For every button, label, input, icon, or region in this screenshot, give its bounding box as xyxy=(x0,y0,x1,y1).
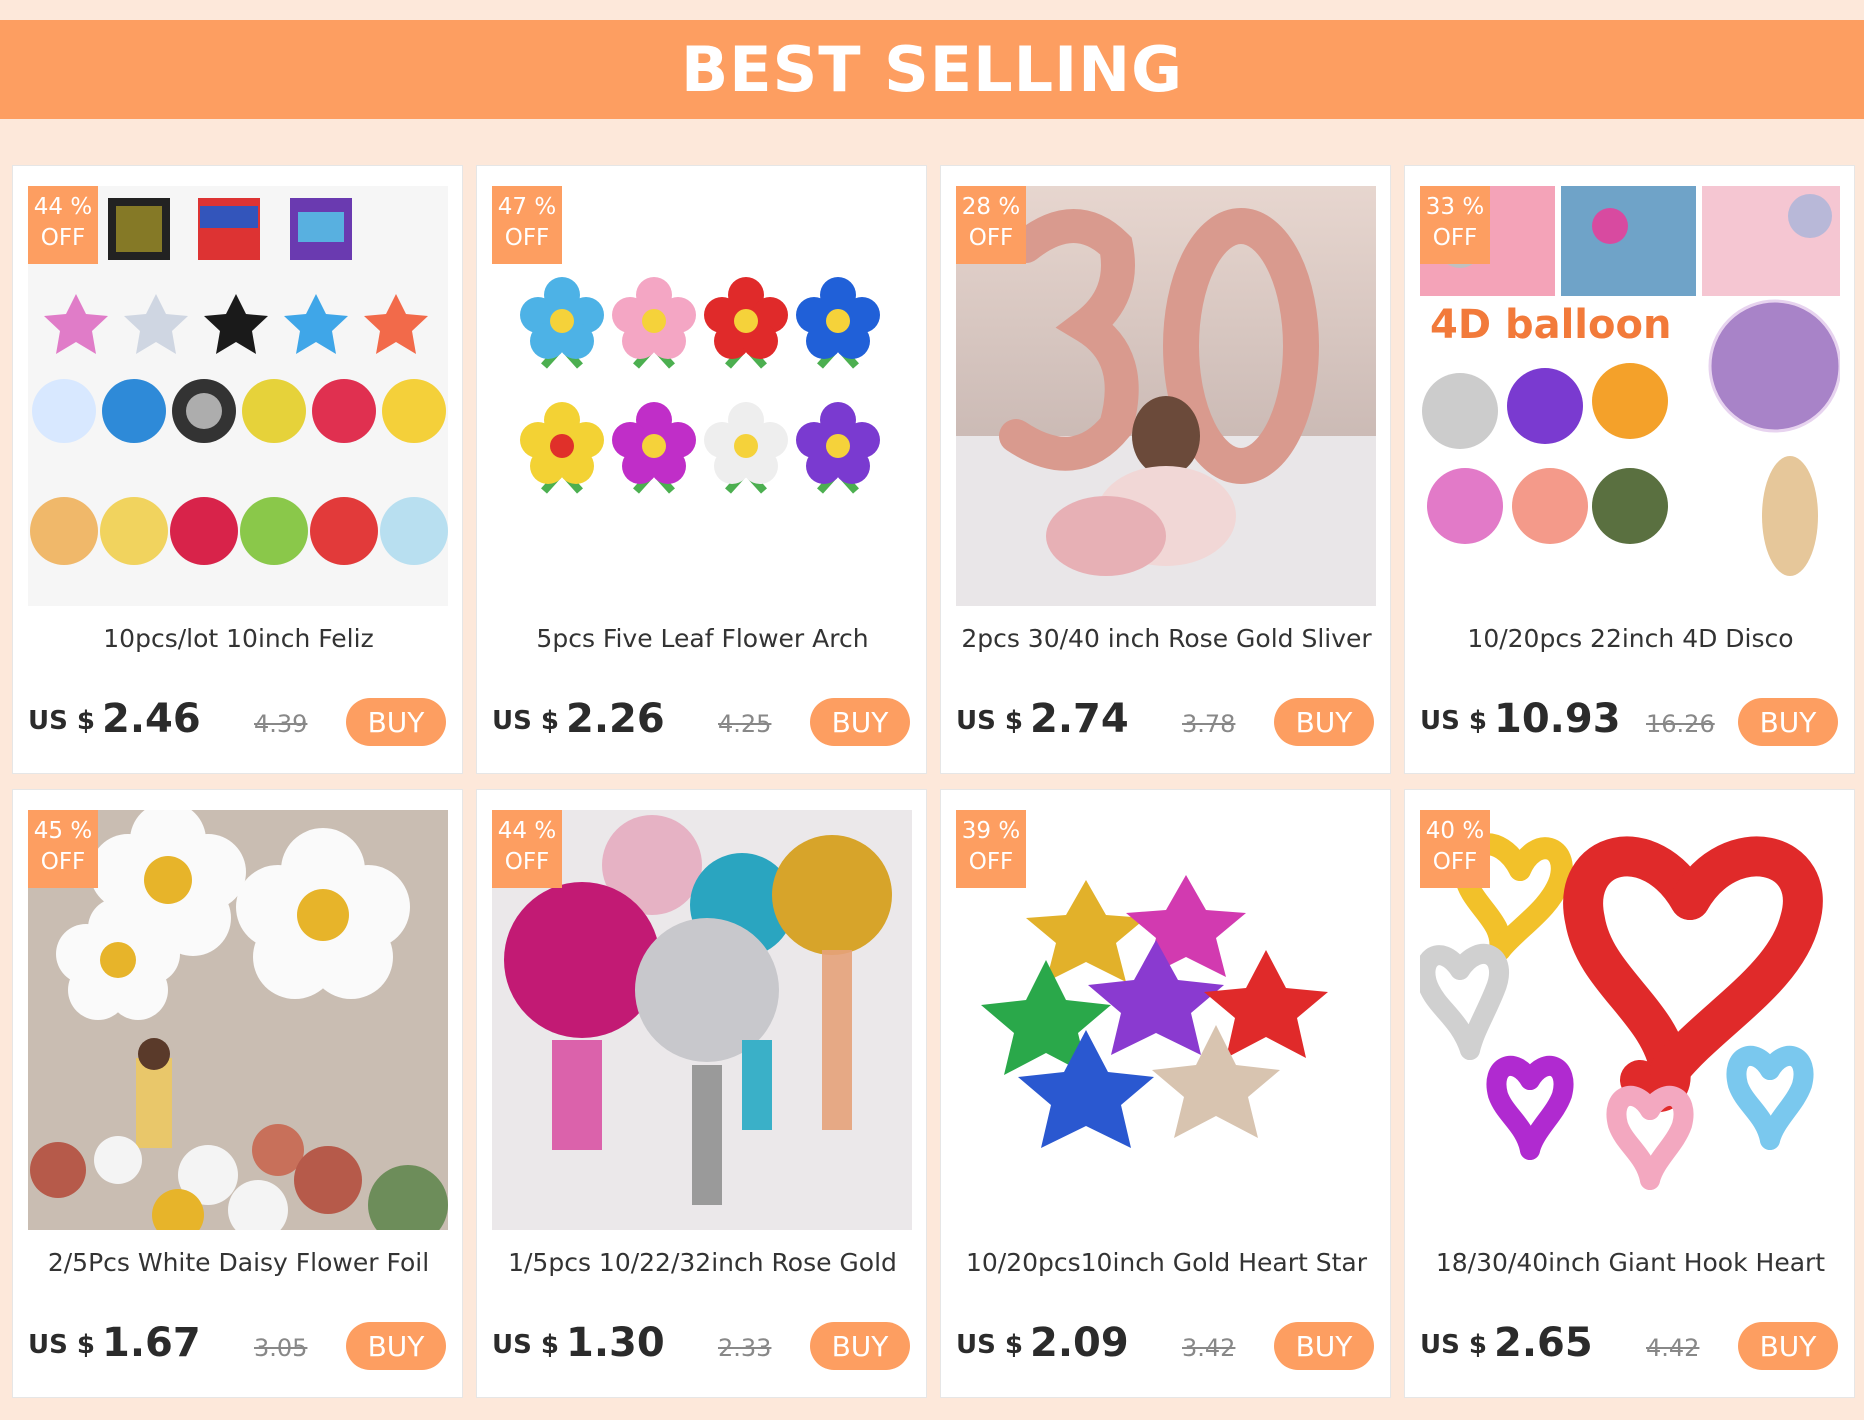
current-price: 2.09 xyxy=(1030,1320,1129,1366)
price-row: US $ 2.65 4.42 BUY xyxy=(1420,1320,1844,1372)
discount-badge: 39 % OFF xyxy=(956,810,1026,888)
image-overlay-text: 4D balloon xyxy=(1430,302,1671,348)
currency-label: US $ xyxy=(28,706,95,736)
discount-percent: 44 % xyxy=(497,818,557,844)
original-price: 4.42 xyxy=(1646,1334,1700,1362)
current-price: 2.26 xyxy=(566,696,665,742)
product-title[interactable]: 10/20pcs 22inch 4D Disco xyxy=(1405,624,1856,653)
original-price: 3.05 xyxy=(254,1334,308,1362)
buy-button[interactable]: BUY xyxy=(810,698,910,746)
buy-button[interactable]: BUY xyxy=(1274,1322,1374,1370)
currency-label: US $ xyxy=(28,1330,95,1360)
price-row: US $ 2.74 3.78 BUY xyxy=(956,696,1380,748)
buy-button[interactable]: BUY xyxy=(346,1322,446,1370)
discount-off-label: OFF xyxy=(504,225,550,251)
buy-button[interactable]: BUY xyxy=(1738,698,1838,746)
current-price: 2.46 xyxy=(102,696,201,742)
original-price: 2.33 xyxy=(718,1334,772,1362)
product-card[interactable]: 45 % OFF 2/5Pcs White Daisy Flower Foil … xyxy=(12,789,463,1398)
price-row: US $ 1.67 3.05 BUY xyxy=(28,1320,452,1372)
discount-percent: 28 % xyxy=(961,194,1021,220)
price-row: US $ 1.30 2.33 BUY xyxy=(492,1320,916,1372)
currency-label: US $ xyxy=(492,1330,559,1360)
currency-label: US $ xyxy=(956,706,1023,736)
original-price: 3.78 xyxy=(1182,710,1236,738)
product-title[interactable]: 2pcs 30/40 inch Rose Gold Sliver xyxy=(941,624,1392,653)
original-price: 16.26 xyxy=(1646,710,1715,738)
product-title[interactable]: 10pcs/lot 10inch Feliz xyxy=(13,624,464,653)
discount-percent: 33 % xyxy=(1425,194,1485,220)
product-title[interactable]: 10/20pcs10inch Gold Heart Star xyxy=(941,1248,1392,1277)
discount-off-label: OFF xyxy=(40,225,86,251)
product-card[interactable]: 44 % OFF 10pcs/lot 10inch Feliz US $ 2.4… xyxy=(12,165,463,774)
product-title[interactable]: 2/5Pcs White Daisy Flower Foil xyxy=(13,1248,464,1277)
price-row: US $ 2.26 4.25 BUY xyxy=(492,696,916,748)
discount-off-label: OFF xyxy=(504,849,550,875)
price-row: US $ 10.93 16.26 BUY xyxy=(1420,696,1844,748)
banner-title: BEST SELLING xyxy=(680,33,1183,106)
discount-badge: 33 % OFF xyxy=(1420,186,1490,264)
currency-label: US $ xyxy=(1420,706,1487,736)
price-row: US $ 2.46 4.39 BUY xyxy=(28,696,452,748)
product-title[interactable]: 5pcs Five Leaf Flower Arch xyxy=(477,624,928,653)
product-card[interactable]: 39 % OFF 10/20pcs10inch Gold Heart Star … xyxy=(940,789,1391,1398)
discount-off-label: OFF xyxy=(968,849,1014,875)
discount-badge: 40 % OFF xyxy=(1420,810,1490,888)
price-row: US $ 2.09 3.42 BUY xyxy=(956,1320,1380,1372)
discount-off-label: OFF xyxy=(1432,849,1478,875)
buy-button[interactable]: BUY xyxy=(1738,1322,1838,1370)
discount-badge: 28 % OFF xyxy=(956,186,1026,264)
buy-button[interactable]: BUY xyxy=(346,698,446,746)
current-price: 2.65 xyxy=(1494,1320,1593,1366)
discount-percent: 39 % xyxy=(961,818,1021,844)
discount-percent: 40 % xyxy=(1425,818,1485,844)
discount-badge: 47 % OFF xyxy=(492,186,562,264)
buy-button[interactable]: BUY xyxy=(810,1322,910,1370)
discount-off-label: OFF xyxy=(1432,225,1478,251)
buy-button[interactable]: BUY xyxy=(1274,698,1374,746)
product-card[interactable]: 28 % OFF 2pcs 30/40 inch Rose Gold Slive… xyxy=(940,165,1391,774)
discount-percent: 47 % xyxy=(497,194,557,220)
discount-off-label: OFF xyxy=(968,225,1014,251)
product-card[interactable]: 40 % OFF 18/30/40inch Giant Hook Heart U… xyxy=(1404,789,1855,1398)
discount-badge: 45 % OFF xyxy=(28,810,98,888)
product-grid: 44 % OFF 10pcs/lot 10inch Feliz US $ 2.4… xyxy=(12,165,1855,1398)
original-price: 3.42 xyxy=(1182,1334,1236,1362)
current-price: 1.67 xyxy=(102,1320,201,1366)
current-price: 10.93 xyxy=(1494,696,1621,742)
product-card[interactable]: 4D balloon 33 % OFF 10/20pcs 22inch 4D D… xyxy=(1404,165,1855,774)
currency-label: US $ xyxy=(492,706,559,736)
product-card[interactable]: 47 % OFF 5pcs Five Leaf Flower Arch US $… xyxy=(476,165,927,774)
currency-label: US $ xyxy=(956,1330,1023,1360)
product-card[interactable]: 44 % OFF 1/5pcs 10/22/32inch Rose Gold U… xyxy=(476,789,927,1398)
best-selling-banner: BEST SELLING xyxy=(0,20,1864,119)
currency-label: US $ xyxy=(1420,1330,1487,1360)
discount-percent: 45 % xyxy=(33,818,93,844)
discount-badge: 44 % OFF xyxy=(492,810,562,888)
product-title[interactable]: 1/5pcs 10/22/32inch Rose Gold xyxy=(477,1248,928,1277)
product-title[interactable]: 18/30/40inch Giant Hook Heart xyxy=(1405,1248,1856,1277)
original-price: 4.25 xyxy=(718,710,772,738)
discount-off-label: OFF xyxy=(40,849,86,875)
discount-percent: 44 % xyxy=(33,194,93,220)
original-price: 4.39 xyxy=(254,710,308,738)
current-price: 1.30 xyxy=(566,1320,665,1366)
current-price: 2.74 xyxy=(1030,696,1129,742)
discount-badge: 44 % OFF xyxy=(28,186,98,264)
